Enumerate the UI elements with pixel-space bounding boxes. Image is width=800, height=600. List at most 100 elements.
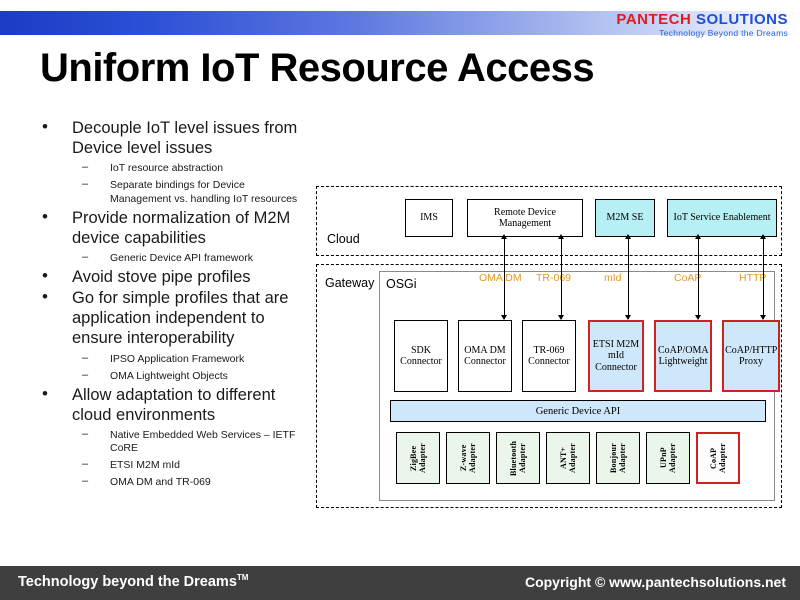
arrow-head-down-icon bbox=[558, 315, 564, 320]
cloud-region-label: Cloud bbox=[327, 232, 360, 246]
adapter-node[interactable]: ZigBee Adapter bbox=[396, 432, 440, 484]
protocol-label: mId bbox=[604, 272, 622, 284]
sub-bullet-item: – Native Embedded Web Services – IETF CoR… bbox=[38, 428, 308, 455]
cloud-node[interactable]: IMS bbox=[405, 199, 453, 237]
protocol-label: OMA DM bbox=[479, 272, 522, 284]
connector-node[interactable]: SDK Connector bbox=[394, 320, 448, 392]
bullet-text: Generic Device API framework bbox=[110, 251, 253, 264]
adapter-node-label: Bonjour Adapter bbox=[608, 443, 627, 473]
bullet-item: • Provide normalization of M2M device cap… bbox=[38, 206, 308, 248]
protocol-label: TR-069 bbox=[536, 272, 572, 284]
gateway-region: Gateway OSGi SDK Connector OMA DM Connect… bbox=[316, 264, 782, 508]
brand-name: PANTECH SOLUTIONS bbox=[588, 12, 788, 28]
sub-bullet-item: – OMA Lightweight Objects bbox=[38, 368, 308, 383]
bullet-dot-icon: • bbox=[42, 117, 48, 136]
cloud-region: Cloud IMS Remote Device Management M2M SE I… bbox=[316, 186, 782, 256]
bullet-text: Allow adaptation to different cloud envi… bbox=[72, 385, 276, 424]
bullet-list: • Decouple IoT level issues from Device l… bbox=[38, 117, 308, 492]
bullet-text: Native Embedded Web Services – IETF CoRE bbox=[110, 429, 296, 455]
bullet-text: Separate bindings for Device Management … bbox=[110, 179, 298, 205]
adapter-node[interactable]: UPnP Adapter bbox=[646, 432, 690, 484]
footer-bar: Technology beyond the DreamsTM Copyright… bbox=[0, 566, 800, 600]
bullet-item: • Allow adaptation to different cloud env… bbox=[38, 383, 308, 425]
connection-line bbox=[698, 238, 700, 319]
sub-bullet-item: – IPSO Application Framework bbox=[38, 351, 308, 366]
bullet-dot-icon: • bbox=[42, 266, 48, 285]
bullet-text: Go for simple profiles that are applicat… bbox=[72, 289, 289, 348]
sub-bullet-item: – IoT resource abstraction bbox=[38, 161, 308, 175]
bullet-dot-icon: • bbox=[42, 287, 48, 307]
osgi-label: OSGi bbox=[386, 277, 417, 291]
connector-node[interactable]: TR-069 Connector bbox=[522, 320, 576, 392]
bullet-dash-icon: – bbox=[82, 351, 89, 364]
bullet-dash-icon: – bbox=[82, 161, 89, 174]
cloud-node[interactable]: M2M SE bbox=[595, 199, 655, 237]
bullet-text: OMA DM and TR-069 bbox=[110, 476, 211, 489]
sub-bullet-item: – OMA DM and TR-069 bbox=[38, 475, 308, 489]
bullet-dash-icon: – bbox=[82, 250, 89, 263]
bullet-text: IoT resource abstraction bbox=[110, 162, 224, 175]
connection-line bbox=[561, 238, 563, 319]
arrow-head-up-icon bbox=[558, 234, 564, 239]
adapter-node[interactable]: ANT+ Adapter bbox=[546, 432, 590, 484]
sub-bullet-item: – ETSI M2M mId bbox=[38, 458, 308, 472]
bullet-text: IPSO Application Framework bbox=[110, 352, 245, 365]
arrow-head-down-icon bbox=[760, 315, 766, 320]
arrow-head-down-icon bbox=[501, 315, 507, 320]
adapter-node-label: ANT+ Adapter bbox=[558, 443, 577, 473]
arrow-head-up-icon bbox=[501, 234, 507, 239]
adapter-node[interactable]: Bonjour Adapter bbox=[596, 432, 640, 484]
adapter-node[interactable]: CoAP Adapter bbox=[696, 432, 740, 484]
footer-tagline-text: Technology beyond the Dreams bbox=[18, 573, 237, 590]
connection-line bbox=[628, 238, 630, 319]
connection-line bbox=[504, 238, 506, 319]
bullet-dash-icon: – bbox=[82, 428, 89, 440]
bullet-dot-icon: • bbox=[42, 206, 48, 226]
sub-bullet-item: – Generic Device API framework bbox=[38, 250, 308, 265]
footer-tagline: Technology beyond the DreamsTM bbox=[18, 573, 248, 590]
architecture-diagram: Cloud IMS Remote Device Management M2M SE I… bbox=[314, 184, 784, 510]
brand-tagline: Technology Beyond the Dreams bbox=[659, 27, 788, 38]
bullet-item: • Avoid stove pipe profiles bbox=[38, 266, 308, 287]
adapter-node-label: UPnP Adapter bbox=[658, 443, 677, 473]
adapter-node-label: CoAP Adapter bbox=[708, 443, 727, 473]
arrow-head-down-icon bbox=[625, 315, 631, 320]
arrow-head-up-icon bbox=[625, 234, 631, 239]
bullet-text: Provide normalization of M2M device capa… bbox=[72, 208, 291, 247]
connection-line bbox=[763, 238, 765, 319]
bullet-dash-icon: – bbox=[82, 458, 89, 471]
adapter-node[interactable]: Bluetooth Adapter bbox=[496, 432, 540, 484]
adapter-node-label: Z-wave Adapter bbox=[458, 443, 477, 473]
connector-node[interactable]: CoAP/OMA Lightweight bbox=[654, 320, 712, 392]
bullet-text: Avoid stove pipe profiles bbox=[72, 268, 251, 286]
connector-node[interactable]: CoAP/HTTP Proxy bbox=[722, 320, 780, 392]
adapter-node-label: Bluetooth Adapter bbox=[508, 440, 527, 476]
bullet-dash-icon: – bbox=[82, 368, 89, 381]
cloud-node[interactable]: IoT Service Enablement bbox=[667, 199, 777, 237]
arrow-head-up-icon bbox=[695, 234, 701, 239]
bullet-text: OMA Lightweight Objects bbox=[110, 369, 228, 382]
brand-name-pantech: PANTECH bbox=[616, 11, 692, 28]
footer-copyright: Copyright © www.pantechsolutions.net bbox=[524, 574, 786, 590]
brand-logo: PANTECH SOLUTIONS Technology Beyond the … bbox=[588, 12, 788, 38]
bullet-text: ETSI M2M mId bbox=[110, 459, 181, 472]
brand-name-solutions: SOLUTIONS bbox=[695, 11, 788, 28]
arrow-head-up-icon bbox=[760, 234, 766, 239]
adapter-node[interactable]: Z-wave Adapter bbox=[446, 432, 490, 484]
bullet-dash-icon: – bbox=[82, 178, 89, 191]
bullet-text: Decouple IoT level issues from Device le… bbox=[72, 119, 298, 158]
adapter-node-label: ZigBee Adapter bbox=[408, 443, 427, 473]
footer-trademark: TM bbox=[236, 573, 249, 582]
generic-device-api-bar: Generic Device API bbox=[390, 400, 766, 422]
bullet-item: • Go for simple profiles that are applica… bbox=[38, 287, 308, 348]
bullet-dash-icon: – bbox=[82, 475, 89, 488]
gateway-region-label: Gateway bbox=[325, 276, 375, 290]
page-title: Uniform IoT Resource Access bbox=[40, 46, 595, 90]
sub-bullet-item: – Separate bindings for Device Management… bbox=[38, 178, 308, 205]
bullet-dot-icon: • bbox=[42, 383, 48, 403]
connector-node[interactable]: OMA DM Connector bbox=[458, 320, 512, 392]
cloud-node[interactable]: Remote Device Management bbox=[467, 199, 583, 237]
bullet-item: • Decouple IoT level issues from Device l… bbox=[38, 117, 308, 158]
connector-node[interactable]: ETSI M2M mId Connector bbox=[588, 320, 644, 392]
arrow-head-down-icon bbox=[695, 315, 701, 320]
